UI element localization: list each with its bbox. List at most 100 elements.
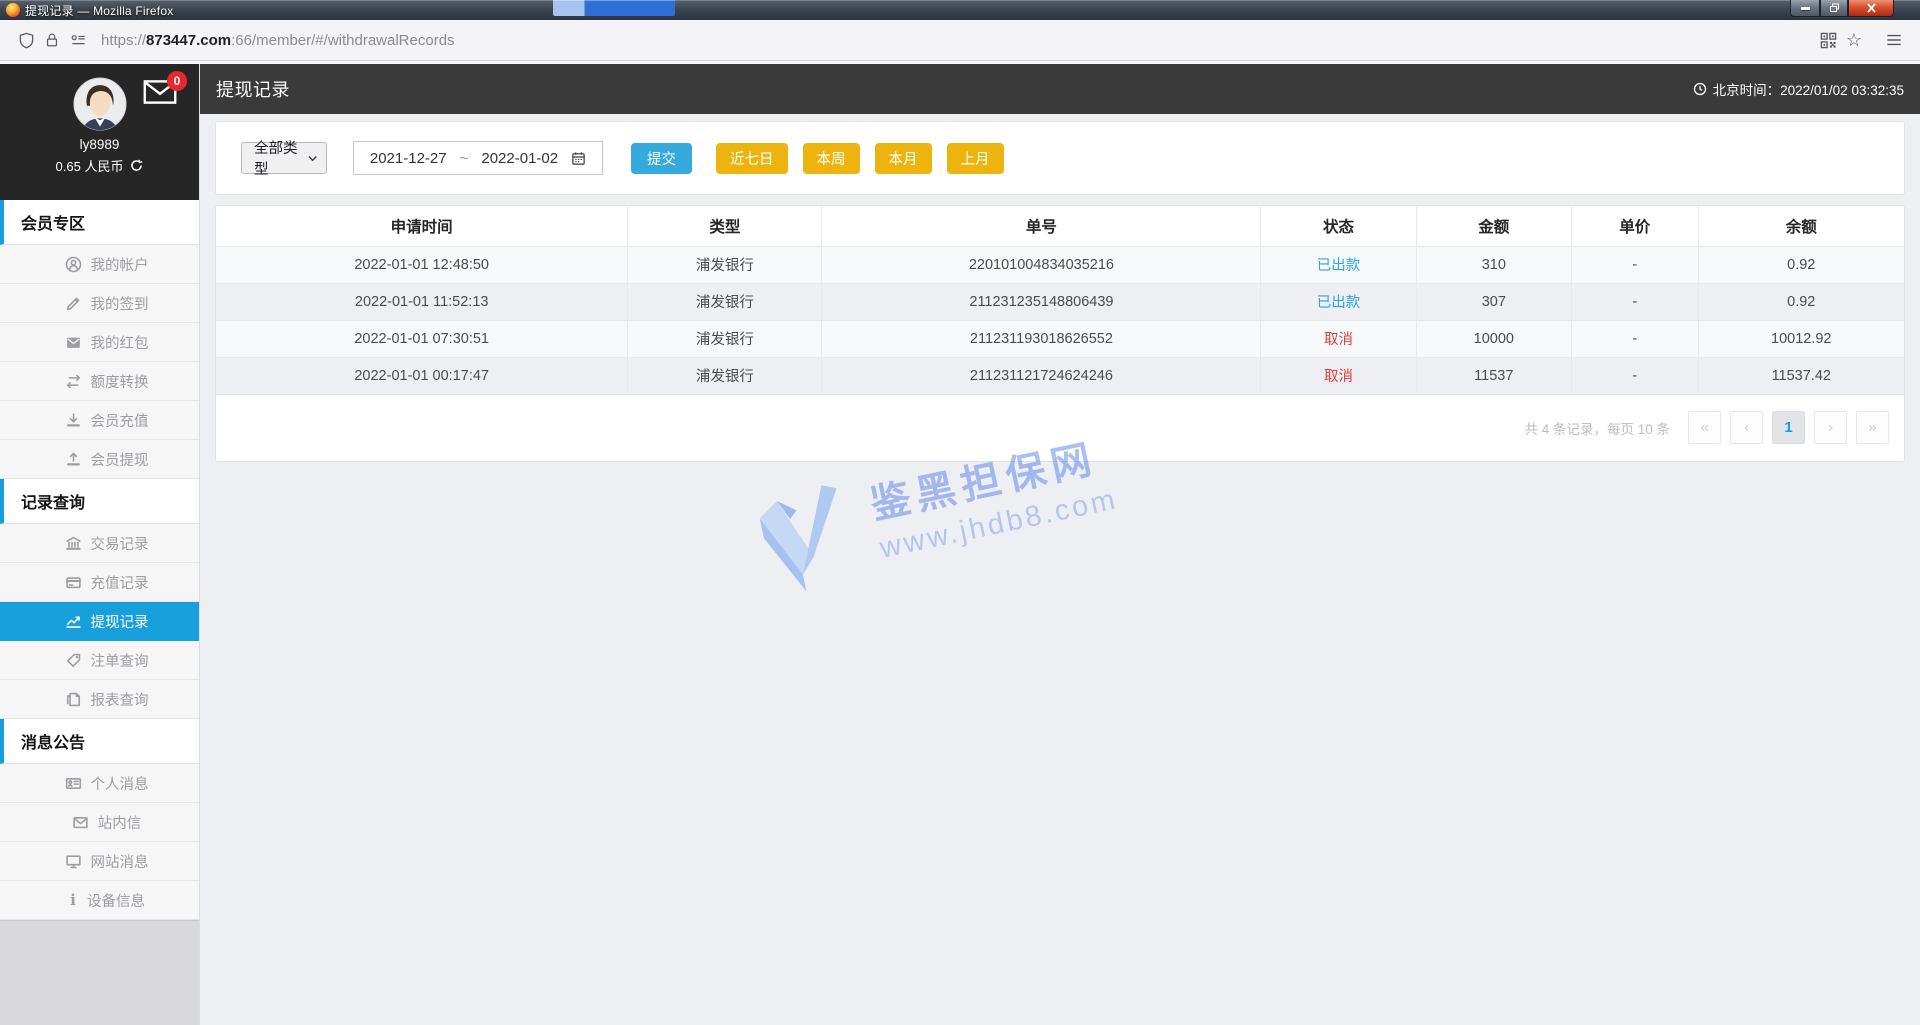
id-card-icon bbox=[65, 777, 81, 789]
col-amount: 金额 bbox=[1415, 206, 1572, 247]
sidebar-item-transaction-records[interactable]: 交易记录 bbox=[0, 524, 199, 563]
first-page-button[interactable]: « bbox=[1688, 411, 1721, 444]
bookmark-star-icon[interactable]: ☆ bbox=[1841, 27, 1867, 53]
date-start: 2021-12-27 bbox=[369, 149, 447, 167]
date-separator: ~ bbox=[459, 149, 469, 167]
table-header-row: 申请时间 类型 单号 状态 金额 单价 余额 bbox=[216, 206, 1904, 247]
close-icon bbox=[1866, 3, 1876, 13]
user-circle-icon bbox=[65, 256, 81, 272]
col-order-no: 单号 bbox=[821, 206, 1262, 247]
info-icon: i bbox=[70, 891, 76, 909]
sidebar-item-site-messages[interactable]: 网站消息 bbox=[0, 842, 199, 881]
url-path: :66/member/#/withdrawalRecords bbox=[231, 31, 455, 49]
url-bar[interactable]: https://873447.com:66/member/#/withdrawa… bbox=[101, 32, 455, 49]
page-title: 提现记录 bbox=[216, 80, 290, 100]
sidebar-item-red-packet[interactable]: 我的红包 bbox=[0, 323, 199, 362]
sidebar-item-withdrawal-records[interactable]: 提现记录 bbox=[0, 602, 199, 641]
url-prefix: https:// bbox=[101, 31, 147, 49]
page-header: 提现记录 北京时间：2022/01/02 03:32:35 bbox=[200, 64, 1920, 114]
menu-hamburger-icon[interactable] bbox=[1881, 27, 1907, 53]
page-1-button[interactable]: 1 bbox=[1772, 411, 1805, 444]
submit-button[interactable]: 提交 bbox=[631, 142, 692, 174]
sidebar-item-report-query[interactable]: 报表查询 bbox=[0, 680, 199, 719]
watermark-site-url: www.jhdb8.com bbox=[877, 483, 1121, 565]
restore-button[interactable] bbox=[1820, 0, 1848, 17]
close-button[interactable] bbox=[1848, 0, 1894, 17]
window-titlebar: 提现记录 — Mozilla Firefox bbox=[0, 0, 1920, 20]
date-range-input[interactable]: 2021-12-27 ~ 2022-01-02 bbox=[353, 141, 603, 175]
this-week-button[interactable]: 本周 bbox=[802, 142, 860, 174]
col-balance: 余额 bbox=[1697, 206, 1904, 247]
avatar[interactable] bbox=[72, 77, 127, 131]
beijing-time: 北京时间：2022/01/02 03:32:35 bbox=[1693, 79, 1904, 99]
sidebar-item-device-info[interactable]: i 设备信息 bbox=[0, 881, 199, 920]
table-row: 2022-01-01 07:30:51 浦发银行 211231193018626… bbox=[216, 319, 1904, 358]
type-select[interactable]: 全部类型 bbox=[241, 141, 327, 178]
records-summary: 共 4 条记录，每页 10 条 bbox=[1524, 421, 1670, 437]
sidebar-section-member: 会员专区 bbox=[0, 200, 199, 245]
swap-arrows-icon bbox=[66, 374, 80, 388]
last-page-button[interactable]: » bbox=[1856, 411, 1889, 444]
mail-button[interactable]: 0 bbox=[143, 71, 187, 109]
qr-code-icon[interactable] bbox=[1815, 27, 1841, 53]
sidebar-item-my-checkin[interactable]: 我的签到 bbox=[0, 284, 199, 323]
date-end: 2022-01-02 bbox=[481, 149, 559, 167]
tags-icon bbox=[66, 653, 80, 667]
envelope-icon bbox=[73, 816, 88, 828]
withdrawal-records-table: 申请时间 类型 单号 状态 金额 单价 余额 2022-01-01 12:48:… bbox=[216, 206, 1904, 395]
window-title: 提现记录 — Mozilla Firefox bbox=[25, 3, 174, 18]
background-window-fragment bbox=[553, 0, 675, 16]
table-row: 2022-01-01 11:52:13 浦发银行 211231235148806… bbox=[216, 282, 1904, 321]
minimize-button[interactable] bbox=[1790, 0, 1820, 17]
report-file-icon bbox=[66, 692, 80, 706]
filter-panel: 全部类型 2021-12-27 ~ 2022-01-02 提交 近七日 本周 本… bbox=[215, 121, 1905, 195]
col-unit-price: 单价 bbox=[1570, 206, 1699, 247]
bank-icon bbox=[65, 536, 81, 550]
status-badge: 取消 bbox=[1260, 319, 1417, 358]
status-badge: 已出款 bbox=[1260, 282, 1417, 321]
chart-line-icon bbox=[65, 615, 81, 628]
sidebar-section-messages: 消息公告 bbox=[0, 719, 199, 764]
pagination: 共 4 条记录，每页 10 条 « ‹ 1 › » bbox=[216, 395, 1904, 461]
prev-page-button[interactable]: ‹ bbox=[1730, 411, 1763, 444]
watermark-logo bbox=[759, 485, 837, 592]
browser-window: 提现记录 — Mozilla Firefox https://873447.co… bbox=[0, 0, 1920, 1025]
status-badge: 已出款 bbox=[1260, 245, 1417, 284]
refresh-balance-icon[interactable] bbox=[130, 159, 143, 172]
clock-icon bbox=[1693, 82, 1706, 96]
table-row: 2022-01-01 12:48:50 浦发银行 220101004834035… bbox=[216, 245, 1904, 284]
balance: 0.65 人民币 bbox=[55, 159, 124, 174]
permissions-icon[interactable] bbox=[65, 27, 91, 53]
sidebar: 0 ly8989 0.65 人民币 会员专区 我的帐户 我的签到 我的红包 额度… bbox=[0, 64, 200, 1025]
sidebar-item-withdraw[interactable]: 会员提现 bbox=[0, 440, 199, 479]
sidebar-item-deposit[interactable]: 会员充值 bbox=[0, 401, 199, 440]
records-table-card: 申请时间 类型 单号 状态 金额 单价 余额 2022-01-01 12:48:… bbox=[215, 205, 1905, 462]
restore-icon bbox=[1829, 3, 1839, 12]
sidebar-item-my-account[interactable]: 我的帐户 bbox=[0, 245, 199, 284]
pencil-icon bbox=[66, 297, 79, 310]
status-badge: 取消 bbox=[1260, 356, 1417, 395]
last-month-button[interactable]: 上月 bbox=[946, 142, 1004, 174]
mail-badge: 0 bbox=[167, 71, 187, 91]
sidebar-item-site-mail[interactable]: 站内信 bbox=[0, 803, 199, 842]
sidebar-item-quota-transfer[interactable]: 额度转换 bbox=[0, 362, 199, 401]
red-packet-icon bbox=[66, 337, 80, 348]
next-page-button[interactable]: › bbox=[1814, 411, 1847, 444]
sidebar-section-records: 记录查询 bbox=[0, 479, 199, 524]
firefox-icon bbox=[6, 3, 20, 17]
lock-icon[interactable] bbox=[39, 27, 65, 53]
last-7-days-button[interactable]: 近七日 bbox=[716, 142, 788, 174]
withdraw-upload-icon bbox=[66, 452, 80, 466]
sidebar-item-bet-query[interactable]: 注单查询 bbox=[0, 641, 199, 680]
col-status: 状态 bbox=[1260, 206, 1417, 247]
this-month-button[interactable]: 本月 bbox=[874, 142, 932, 174]
col-apply-time: 申请时间 bbox=[216, 206, 629, 247]
tracking-shield-icon[interactable] bbox=[13, 27, 39, 53]
sidebar-item-deposit-records[interactable]: 充值记录 bbox=[0, 563, 199, 602]
monitor-icon bbox=[65, 854, 81, 868]
col-type: 类型 bbox=[627, 206, 823, 247]
table-row: 2022-01-01 00:17:47 浦发银行 211231121724624… bbox=[216, 356, 1904, 395]
sidebar-item-personal-messages[interactable]: 个人消息 bbox=[0, 764, 199, 803]
calendar-icon bbox=[572, 151, 585, 165]
credit-card-icon bbox=[65, 576, 81, 588]
